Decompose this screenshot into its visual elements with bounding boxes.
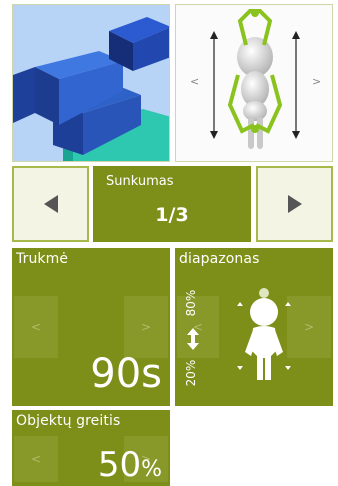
figure-silhouette-icon	[237, 288, 291, 380]
blocks-thumbnail[interactable]	[12, 4, 170, 162]
figure-left-arrow: <	[190, 75, 200, 88]
duration-label: Trukmė	[16, 251, 69, 267]
triangle-left-icon	[44, 195, 58, 213]
speed-decrease-button[interactable]: <	[14, 436, 58, 482]
duration-increase-button[interactable]: >	[124, 296, 168, 358]
difficulty-value: 1/3	[155, 204, 189, 226]
figure-right-arrow: >	[312, 75, 322, 88]
difficulty-prev-button[interactable]	[12, 166, 89, 242]
range-double-arrow-icon	[187, 328, 199, 350]
range-label: diapazonas	[179, 251, 260, 267]
blocks-3d-icon	[13, 5, 169, 161]
duration-value: 90s	[90, 351, 162, 397]
speed-tile: Objektų greitis < > 50%	[12, 410, 170, 486]
range-tile: diapazonas < > 80% 20%	[175, 248, 333, 406]
difficulty-panel: Sunkumas 1/3	[93, 166, 251, 242]
figure-thumbnail[interactable]: < >	[175, 4, 333, 162]
difficulty-label: Sunkumas	[106, 174, 174, 189]
figure-arms-up-icon	[176, 5, 332, 161]
duration-decrease-button[interactable]: <	[14, 296, 58, 358]
range-min-label: 20%	[184, 359, 198, 387]
duration-tile: Trukmė < > 90s	[12, 248, 170, 406]
range-max-label: 80%	[184, 289, 198, 317]
difficulty-next-button[interactable]	[256, 166, 333, 242]
speed-value: 50%	[97, 445, 162, 485]
triangle-right-icon	[288, 195, 302, 213]
speed-label: Objektų greitis	[16, 413, 121, 429]
